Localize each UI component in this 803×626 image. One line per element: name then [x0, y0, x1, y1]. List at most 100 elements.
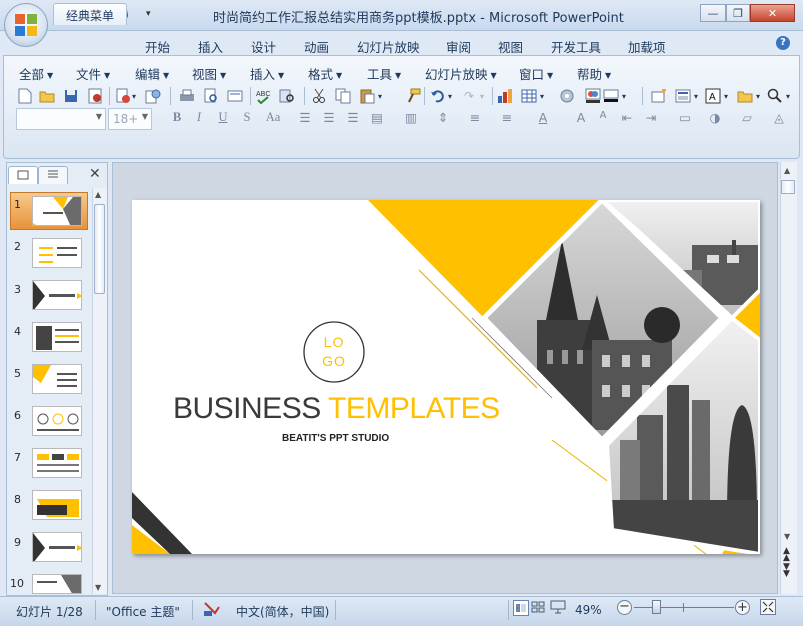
slide-thumbnail[interactable]: [32, 322, 82, 352]
restore-button[interactable]: ❐: [726, 4, 750, 22]
change-case-icon[interactable]: Aa: [262, 110, 284, 128]
scroll-up-icon[interactable]: ▲: [784, 166, 790, 175]
office-button[interactable]: [4, 3, 48, 47]
help-icon[interactable]: ?: [776, 36, 790, 50]
font-name-combo[interactable]: ▼: [16, 108, 106, 130]
shrink-font-icon[interactable]: A: [594, 110, 612, 128]
scrollbar-thumb[interactable]: [94, 204, 105, 294]
customize-qat-icon[interactable]: ▾: [146, 9, 151, 19]
slide-view-icon[interactable]: [226, 87, 244, 105]
tab-classic-menu[interactable]: 经典菜单: [53, 3, 127, 25]
underline-icon[interactable]: U: [214, 110, 232, 128]
justify-icon[interactable]: ▤: [368, 110, 386, 128]
fit-to-window-icon[interactable]: [760, 599, 776, 615]
format-painter-icon[interactable]: [404, 87, 422, 105]
tab-home[interactable]: 开始: [145, 35, 170, 55]
scrollbar-thumb[interactable]: [781, 180, 795, 194]
tab-insert[interactable]: 插入: [198, 35, 223, 55]
quick-styles-icon[interactable]: ▱: [738, 110, 756, 128]
slide-thumbnail[interactable]: [32, 574, 82, 594]
italic-icon[interactable]: I: [190, 110, 208, 128]
scroll-down-icon[interactable]: ▼: [95, 583, 101, 592]
numbering-icon[interactable]: ≡: [466, 110, 484, 128]
zoom-slider-thumb[interactable]: [652, 600, 661, 614]
color-scheme-icon[interactable]: [584, 87, 602, 105]
find-icon[interactable]: [766, 87, 784, 105]
scroll-down-icon[interactable]: ▼: [784, 532, 790, 541]
tab-animation[interactable]: 动画: [304, 35, 329, 55]
slide-color-icon[interactable]: [602, 87, 620, 105]
increase-indent-icon[interactable]: ⇥: [642, 110, 660, 128]
paste-icon[interactable]: [358, 87, 376, 105]
chevron-down-icon[interactable]: ▾: [538, 87, 546, 105]
print-preview-icon[interactable]: [202, 87, 220, 105]
slide-canvas[interactable]: LO GO BUSINESS TEMPLATES BEATIT'S PPT ST…: [132, 200, 760, 554]
chevron-down-icon[interactable]: ▾: [620, 87, 628, 105]
shape-fill-icon[interactable]: ◬: [770, 110, 788, 128]
tab-developer[interactable]: 开发工具: [551, 35, 601, 55]
menu-tools[interactable]: 工具 ▼: [367, 64, 401, 83]
font-color-icon[interactable]: A: [534, 110, 552, 128]
bullets-icon[interactable]: ≡: [498, 110, 516, 128]
textbox-icon[interactable]: A: [704, 87, 722, 105]
close-icon[interactable]: ✕: [89, 166, 101, 182]
publish-icon[interactable]: [144, 87, 162, 105]
chevron-down-icon[interactable]: ▾: [446, 87, 454, 105]
tab-outline[interactable]: [38, 166, 68, 184]
language[interactable]: 中文(简体，中国): [236, 603, 329, 620]
clipart-icon[interactable]: [558, 87, 576, 105]
normal-view-icon[interactable]: [513, 600, 529, 616]
print-icon[interactable]: [178, 87, 196, 105]
research-icon[interactable]: [278, 87, 296, 105]
tab-slides[interactable]: [8, 166, 38, 184]
menu-edit[interactable]: 编辑 ▼: [135, 64, 169, 83]
chevron-down-icon[interactable]: ▾: [754, 87, 762, 105]
slide-thumbnail[interactable]: [32, 490, 82, 520]
zoom-slider-track[interactable]: [634, 607, 734, 608]
align-center-icon[interactable]: ☰: [320, 110, 338, 128]
menu-help[interactable]: 帮助 ▼: [577, 64, 611, 83]
arrange-icon[interactable]: ◑: [706, 110, 724, 128]
font-size-combo[interactable]: 18+ ▼: [108, 108, 152, 130]
chevron-down-icon[interactable]: ▾: [692, 87, 700, 105]
slide-sorter-icon[interactable]: [531, 600, 547, 616]
tab-design[interactable]: 设计: [251, 35, 276, 55]
copy-icon[interactable]: [334, 87, 352, 105]
new-slide-icon[interactable]: [650, 87, 668, 105]
shadow-icon[interactable]: S: [238, 110, 256, 128]
close-button[interactable]: ✕: [750, 4, 795, 22]
menu-all[interactable]: 全部 ▼: [19, 64, 53, 83]
menu-insert[interactable]: 插入 ▼: [250, 64, 284, 83]
menu-view[interactable]: 视图 ▼: [192, 64, 226, 83]
slide-thumbnail[interactable]: [32, 196, 82, 226]
menu-format[interactable]: 格式 ▼: [308, 64, 342, 83]
menu-window[interactable]: 窗口 ▼: [519, 64, 553, 83]
bold-icon[interactable]: B: [168, 110, 186, 128]
new-icon[interactable]: [16, 87, 34, 105]
tab-view[interactable]: 视图: [498, 35, 523, 55]
minimize-button[interactable]: —: [700, 4, 726, 22]
redo-icon[interactable]: ↷: [460, 87, 478, 105]
slide-scrollbar[interactable]: [780, 162, 797, 594]
align-left-icon[interactable]: ☰: [296, 110, 314, 128]
tab-slideshow[interactable]: 幻灯片放映: [357, 35, 420, 55]
chevron-down-icon[interactable]: ▾: [784, 87, 792, 105]
columns-icon[interactable]: ▥: [402, 110, 420, 128]
layout-icon[interactable]: [674, 87, 692, 105]
permission-icon[interactable]: [86, 87, 104, 105]
spelling-icon[interactable]: ABC: [254, 87, 272, 105]
slide-thumbnail[interactable]: [32, 448, 82, 478]
grow-font-icon[interactable]: A: [572, 110, 590, 128]
align-right-icon[interactable]: ☰: [344, 110, 362, 128]
chevron-down-icon[interactable]: ▾: [130, 87, 138, 105]
folder-icon[interactable]: [736, 87, 754, 105]
chevron-down-icon[interactable]: ▾: [722, 87, 730, 105]
slide-thumbnail[interactable]: [32, 238, 82, 268]
shapes-icon[interactable]: ▭: [676, 110, 694, 128]
table-icon[interactable]: [520, 87, 538, 105]
undo-icon[interactable]: [428, 87, 446, 105]
slide-thumbnail[interactable]: [32, 532, 82, 562]
slide-thumbnail[interactable]: [32, 364, 82, 394]
menu-file[interactable]: 文件 ▼: [76, 64, 110, 83]
zoom-out-icon[interactable]: −: [617, 600, 632, 615]
